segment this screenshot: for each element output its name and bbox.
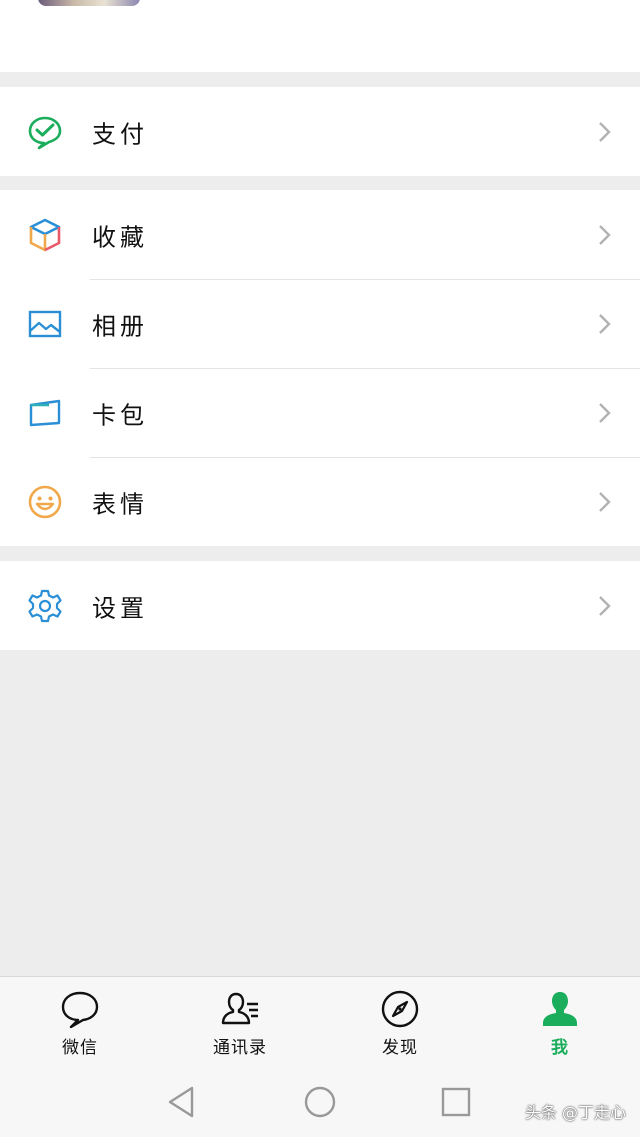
person-icon bbox=[543, 992, 577, 1026]
album-picture-icon bbox=[26, 305, 64, 343]
menu-item-stickers[interactable]: 表情 bbox=[0, 457, 640, 546]
menu-label: 表情 bbox=[92, 490, 148, 518]
tab-label: 通讯录 bbox=[213, 1038, 267, 1058]
chevron-right-icon bbox=[599, 595, 611, 616]
tab-discover[interactable]: 发现 bbox=[320, 977, 480, 1069]
favorites-cube-icon bbox=[26, 216, 64, 254]
settings-group: 设置 bbox=[0, 561, 640, 650]
menu-item-pay[interactable]: 支付 bbox=[0, 87, 640, 176]
chevron-right-icon bbox=[599, 491, 611, 512]
menu-label: 支付 bbox=[92, 120, 148, 148]
contacts-icon bbox=[221, 992, 258, 1025]
tab-me[interactable]: 我 bbox=[480, 977, 640, 1069]
chevron-right-icon bbox=[599, 313, 611, 334]
watermark: 头条 @丁走心 bbox=[524, 1103, 626, 1122]
tab-label: 发现 bbox=[382, 1038, 418, 1058]
system-nav-bar: 头条 @丁走心 bbox=[0, 1068, 640, 1137]
tab-label: 微信 bbox=[62, 1038, 98, 1058]
menu-item-album[interactable]: 相册 bbox=[0, 279, 640, 368]
menu-label: 收藏 bbox=[92, 223, 148, 251]
pay-group: 支付 bbox=[0, 87, 640, 176]
menu-item-settings[interactable]: 设置 bbox=[0, 561, 640, 650]
menu-label: 设置 bbox=[92, 594, 148, 622]
compass-icon bbox=[381, 990, 419, 1028]
profile-card[interactable] bbox=[0, 0, 640, 72]
menu-label: 卡包 bbox=[92, 401, 148, 429]
back-triangle-icon[interactable] bbox=[164, 1084, 200, 1120]
chat-bubble-icon bbox=[61, 991, 99, 1029]
chevron-right-icon bbox=[599, 121, 611, 142]
pay-check-icon bbox=[26, 113, 64, 151]
menu-item-cards[interactable]: 卡包 bbox=[0, 368, 640, 457]
gear-icon bbox=[26, 587, 64, 625]
chevron-right-icon bbox=[599, 402, 611, 423]
services-group: 收藏 相册 卡包 表情 bbox=[0, 190, 640, 546]
recents-square-icon[interactable] bbox=[438, 1084, 474, 1120]
chevron-right-icon bbox=[599, 224, 611, 245]
menu-item-favorites[interactable]: 收藏 bbox=[0, 190, 640, 279]
tab-contacts[interactable]: 通讯录 bbox=[160, 977, 320, 1069]
bottom-tab-bar: 微信 通讯录 发现 我 bbox=[0, 976, 640, 1068]
menu-label: 相册 bbox=[92, 312, 148, 340]
tab-label: 我 bbox=[551, 1038, 569, 1058]
home-circle-icon[interactable] bbox=[302, 1084, 338, 1120]
tab-chats[interactable]: 微信 bbox=[0, 977, 160, 1069]
smiley-face-icon bbox=[26, 483, 64, 521]
card-wallet-icon bbox=[26, 394, 64, 432]
avatar[interactable] bbox=[38, 0, 140, 6]
